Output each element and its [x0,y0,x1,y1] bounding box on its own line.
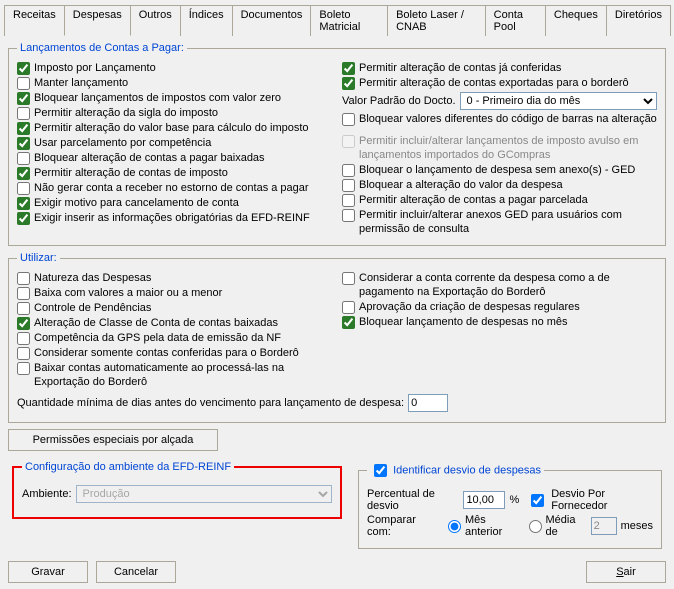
lanc-left-label-0[interactable]: Imposto por Lançamento [34,61,156,75]
lanc-rtop-checkbox-0[interactable] [342,62,355,75]
tab-boleto-matricial[interactable]: Boleto Matricial [310,5,388,36]
lanc-rbot-checkbox-2[interactable] [342,194,355,207]
desvio-legend: Identificar desvio de despesas [367,461,544,480]
lanc-left-checkbox-1[interactable] [17,77,30,90]
permissoes-button[interactable]: Permissões especiais por alçada [8,429,218,451]
lanc-rbot-checkbox-3[interactable] [342,209,355,222]
lanc-left-checkbox-2[interactable] [17,92,30,105]
util-left-label-1[interactable]: Baixa com valores a maior ou a menor [34,286,222,300]
bloq-barras-label[interactable]: Bloquear valores diferentes do código de… [359,112,657,126]
permitir-avulso-label: Permitir incluir/alterar lançamentos de … [359,134,657,162]
util-right-label-1[interactable]: Aprovação da criação de despesas regular… [359,300,580,314]
lanc-left-checkbox-5[interactable] [17,137,30,150]
util-left-label-6[interactable]: Baixar contas automaticamente ao process… [34,361,332,389]
tab-receitas[interactable]: Receitas [4,5,65,36]
desvio-legend-checkbox[interactable] [374,464,387,477]
lanc-left-label-4[interactable]: Permitir alteração do valor base para cá… [34,121,309,135]
util-right-checkbox-2[interactable] [342,316,355,329]
util-right-label-0[interactable]: Considerar a conta corrente da despesa c… [359,271,657,299]
utilizar-fieldset: Utilizar: Natureza das DespesasBaixa com… [8,252,666,423]
percentual-label: Percentual de desvio [367,488,459,512]
dias-label: Quantidade mínima de dias antes do venci… [17,397,404,409]
lanc-rbot-checkbox-0[interactable] [342,164,355,177]
lanc-left-label-7[interactable]: Permitir alteração de contas de imposto [34,166,228,180]
radio-mes-label[interactable]: Mês anterior [465,514,521,538]
por-fornecedor-label[interactable]: Desvio Por Fornecedor [551,488,653,512]
lanc-left-label-1[interactable]: Manter lançamento [34,76,128,90]
lanc-rbot-label-3[interactable]: Permitir incluir/alterar anexos GED para… [359,208,657,236]
cancelar-button[interactable]: Cancelar [96,561,176,583]
lanc-left-label-6[interactable]: Bloquear alteração de contas a pagar bai… [34,151,265,165]
valor-padrao-select[interactable]: 0 - Primeiro dia do mês [460,92,657,110]
percent-sign: % [509,494,519,506]
tab-documentos[interactable]: Documentos [232,5,312,36]
efd-legend: Configuração do ambiente da EFD-REINF [22,461,234,473]
lanc-left-label-8[interactable]: Não gerar conta a receber no estorno de … [34,181,309,195]
media-input [591,517,617,535]
tab--ndices[interactable]: Índices [180,5,233,36]
util-left-label-3[interactable]: Alteração de Classe de Conta de contas b… [34,316,278,330]
ambiente-select: Produção [76,485,332,503]
util-left-checkbox-1[interactable] [17,287,30,300]
lanc-left-checkbox-7[interactable] [17,167,30,180]
sair-button[interactable]: Sair [586,561,666,583]
lanc-left-label-3[interactable]: Permitir alteração da sigla do imposto [34,106,218,120]
tabs-bar: ReceitasDespesasOutrosÍndicesDocumentosB… [4,4,670,36]
util-left-label-2[interactable]: Controle de Pendências [34,301,151,315]
lanc-rtop-checkbox-1[interactable] [342,77,355,90]
tab-outros[interactable]: Outros [130,5,181,36]
util-right-checkbox-1[interactable] [342,301,355,314]
comparar-label: Comparar com: [367,514,438,538]
lanc-left-checkbox-3[interactable] [17,107,30,120]
lancamentos-fieldset: Lançamentos de Contas a Pagar: Imposto p… [8,42,666,246]
lanc-left-checkbox-9[interactable] [17,197,30,210]
radio-media-label[interactable]: Média de [546,514,587,538]
utilizar-legend: Utilizar: [17,252,60,264]
util-left-label-5[interactable]: Considerar somente contas conferidas par… [34,346,299,360]
util-right-label-2[interactable]: Bloquear lançamento de despesas no mês [359,315,568,329]
util-left-label-0[interactable]: Natureza das Despesas [34,271,151,285]
valor-padrao-label: Valor Padrão do Docto. [342,95,456,107]
radio-mes-anterior[interactable] [448,520,461,533]
util-left-checkbox-4[interactable] [17,332,30,345]
ambiente-label: Ambiente: [22,488,72,500]
lanc-left-label-10[interactable]: Exigir inserir as informações obrigatóri… [34,211,310,225]
lanc-left-checkbox-8[interactable] [17,182,30,195]
tab-diret-rios[interactable]: Diretórios [606,5,671,36]
lancamentos-legend: Lançamentos de Contas a Pagar: [17,42,187,54]
lanc-left-checkbox-0[interactable] [17,62,30,75]
util-left-checkbox-3[interactable] [17,317,30,330]
lanc-left-checkbox-4[interactable] [17,122,30,135]
radio-media[interactable] [529,520,542,533]
lanc-left-label-5[interactable]: Usar parcelamento por competência [34,136,211,150]
bloq-barras-checkbox[interactable] [342,113,355,126]
tab-conta-pool[interactable]: Conta Pool [485,5,546,36]
lanc-left-label-9[interactable]: Exigir motivo para cancelamento de conta [34,196,239,210]
meses-label: meses [621,520,653,532]
lanc-left-checkbox-6[interactable] [17,152,30,165]
lanc-left-checkbox-10[interactable] [17,212,30,225]
gravar-button[interactable]: Gravar [8,561,88,583]
util-left-checkbox-0[interactable] [17,272,30,285]
lanc-rbot-label-1[interactable]: Bloquear a alteração do valor da despesa [359,178,563,192]
util-left-checkbox-5[interactable] [17,347,30,360]
util-left-checkbox-6[interactable] [17,362,30,375]
tab-despesas[interactable]: Despesas [64,5,131,36]
tab-cheques[interactable]: Cheques [545,5,607,36]
lanc-rtop-label-0[interactable]: Permitir alteração de contas já conferid… [359,61,561,75]
lanc-rtop-label-1[interactable]: Permitir alteração de contas exportadas … [359,76,629,90]
util-left-checkbox-2[interactable] [17,302,30,315]
tab-boleto-laser-cnab[interactable]: Boleto Laser / CNAB [387,5,486,36]
permitir-avulso-checkbox [342,135,355,148]
percentual-input[interactable] [463,491,505,509]
lanc-rbot-label-0[interactable]: Bloquear o lançamento de despesa sem ane… [359,163,635,177]
lanc-rbot-label-2[interactable]: Permitir alteração de contas a pagar par… [359,193,588,207]
efd-fieldset: Configuração do ambiente da EFD-REINF Am… [12,461,342,519]
lanc-left-label-2[interactable]: Bloquear lançamentos de impostos com val… [34,91,281,105]
util-left-label-4[interactable]: Competência da GPS pela data de emissão … [34,331,281,345]
util-right-checkbox-0[interactable] [342,272,355,285]
dias-input[interactable] [408,394,448,412]
lanc-rbot-checkbox-1[interactable] [342,179,355,192]
por-fornecedor-checkbox[interactable] [531,494,544,507]
